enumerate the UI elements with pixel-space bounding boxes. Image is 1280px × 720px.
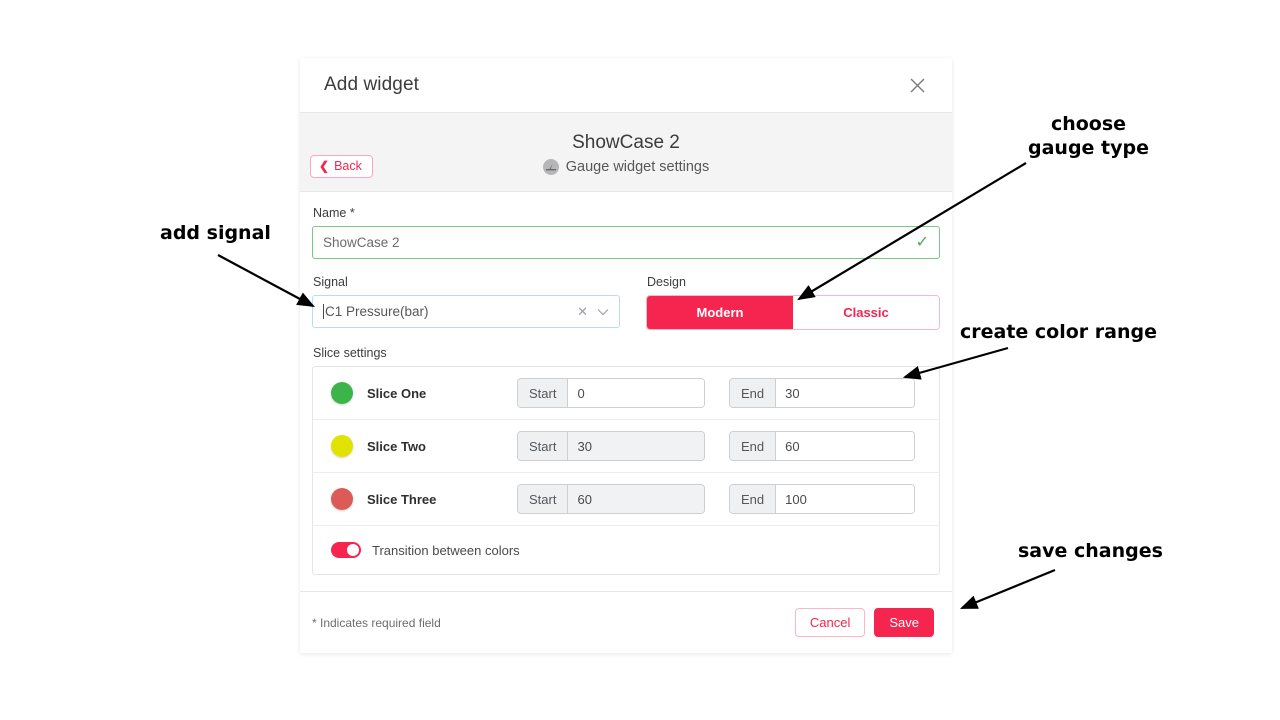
- transition-toggle[interactable]: [331, 542, 361, 558]
- save-button[interactable]: Save: [874, 608, 934, 637]
- text-cursor: [323, 304, 324, 319]
- dialog-footer: * Indicates required field Cancel Save: [300, 591, 952, 653]
- name-label: Name *: [313, 206, 355, 220]
- design-toggle-group: Modern Classic: [646, 295, 940, 330]
- signal-select-value-wrap: C1 Pressure(bar): [323, 304, 429, 319]
- table-row: Slice Three Start 60 End 100: [313, 473, 939, 526]
- slice-color-swatch[interactable]: [331, 488, 353, 510]
- widget-subheader: ❮ Back ShowCase 2 Gauge widget settings: [300, 112, 952, 192]
- slice-name-label: Slice Two: [367, 438, 426, 454]
- annotation-add-signal: add signal: [160, 222, 271, 244]
- slice-name-label: Slice One: [367, 385, 427, 401]
- table-row: Slice Two Start 30 End 60: [313, 420, 939, 473]
- widget-header-center: ShowCase 2 Gauge widget settings: [542, 131, 710, 176]
- slice-start-group: Start 60: [517, 484, 705, 514]
- annotation-gauge-type: choose gauge type: [1028, 113, 1150, 159]
- design-field-group: Design Modern Classic: [646, 275, 940, 330]
- slice-start-input[interactable]: 60: [568, 485, 704, 513]
- arrow-add-signal: [217, 254, 315, 308]
- name-field-group: Name * ShowCase 2 ✓: [312, 206, 940, 259]
- signal-select[interactable]: C1 Pressure(bar) ✕: [312, 295, 620, 328]
- widget-subtitle-label: Gauge widget settings: [565, 159, 710, 176]
- signal-select-value: C1 Pressure(bar): [325, 304, 429, 319]
- slice-end-input[interactable]: 60: [776, 432, 914, 460]
- design-option-modern[interactable]: Modern: [647, 296, 793, 329]
- widget-subtitle-row: Gauge widget settings: [542, 159, 710, 176]
- page-title: Add widget: [324, 74, 420, 95]
- dialog-body: Name * ShowCase 2 ✓ Signal C1 Pressure(b…: [300, 192, 952, 575]
- slice-start-label: Start: [518, 379, 569, 407]
- signal-design-row: Signal C1 Pressure(bar) ✕ Design Modern …: [312, 275, 940, 330]
- slice-end-group: End 30: [729, 378, 915, 408]
- dialog-titlebar: Add widget: [300, 58, 952, 112]
- arrow-save-changes: [959, 568, 1056, 610]
- slice-name-label: Slice Three: [367, 491, 437, 507]
- slice-end-group: End 100: [729, 484, 915, 514]
- slice-settings-heading: Slice settings: [313, 346, 387, 360]
- design-option-classic[interactable]: Classic: [793, 296, 939, 329]
- cancel-button[interactable]: Cancel: [794, 608, 866, 637]
- add-widget-dialog: Add widget ❮ Back ShowCase 2 Gauge widge…: [300, 58, 952, 653]
- transition-toggle-label: Transition between colors: [372, 542, 520, 558]
- slice-end-label: End: [730, 485, 777, 513]
- required-field-note: * Indicates required field: [312, 615, 441, 630]
- slice-start-group: Start 0: [517, 378, 705, 408]
- chevron-down-icon[interactable]: [597, 304, 609, 319]
- slice-end-label: End: [730, 379, 777, 407]
- signal-select-icons: ✕: [577, 304, 609, 319]
- slice-end-input[interactable]: 30: [776, 379, 914, 407]
- slice-color-swatch[interactable]: [331, 382, 353, 404]
- annotation-save-changes: save changes: [1018, 540, 1163, 562]
- slice-end-label: End: [730, 432, 777, 460]
- slice-start-input[interactable]: 30: [568, 432, 704, 460]
- signal-field-group: Signal C1 Pressure(bar) ✕: [312, 275, 620, 330]
- signal-label: Signal: [313, 275, 348, 289]
- name-input-value: ShowCase 2: [323, 235, 400, 250]
- slice-end-group: End 60: [729, 431, 915, 461]
- table-row: Slice One Start 0 End 30: [313, 367, 939, 420]
- chevron-left-icon: ❮: [319, 158, 330, 173]
- footer-buttons: Cancel Save: [794, 608, 934, 637]
- design-label: Design: [647, 275, 686, 289]
- check-icon: ✓: [915, 233, 929, 251]
- back-button-label: Back: [334, 159, 362, 173]
- slice-start-label: Start: [518, 485, 569, 513]
- slice-start-label: Start: [518, 432, 569, 460]
- annotation-color-range: create color range: [960, 321, 1157, 343]
- transition-toggle-row: Transition between colors: [313, 526, 939, 574]
- widget-title: ShowCase 2: [572, 131, 680, 153]
- close-icon[interactable]: [904, 72, 930, 98]
- slice-start-input[interactable]: 0: [568, 379, 704, 407]
- gauge-icon: [542, 159, 559, 176]
- slice-start-group: Start 30: [517, 431, 705, 461]
- toggle-knob: [347, 544, 359, 556]
- close-small-icon[interactable]: ✕: [577, 305, 588, 318]
- slice-end-input[interactable]: 100: [776, 485, 914, 513]
- slice-color-swatch[interactable]: [331, 435, 353, 457]
- name-input[interactable]: ShowCase 2 ✓: [312, 226, 940, 259]
- slice-settings-panel: Slice One Start 0 End 30 Slice Two Start…: [312, 366, 940, 575]
- back-button[interactable]: ❮ Back: [310, 155, 373, 178]
